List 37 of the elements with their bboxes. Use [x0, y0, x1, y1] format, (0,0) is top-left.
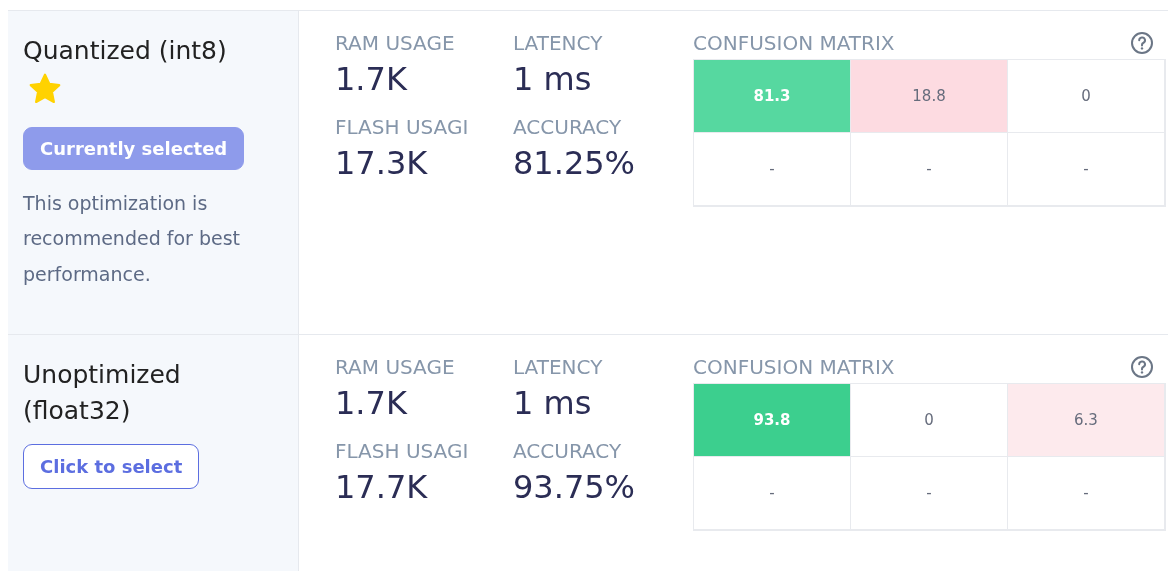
metric-label: LATENCY — [513, 355, 604, 379]
metric-value: 81.25% — [513, 143, 636, 184]
help-icon[interactable] — [1130, 355, 1154, 379]
matrix-cell: 93.8 — [694, 384, 851, 457]
metric-value: 1.7K — [335, 59, 409, 100]
metric-value: 17.3K — [335, 143, 429, 184]
metric-label: RAM USAGE — [335, 31, 456, 55]
metric-label: FLASH USAGI — [335, 439, 470, 463]
metric-value: 93.75% — [513, 467, 636, 508]
model-title: Unoptimized (float32) — [23, 359, 182, 428]
matrix-cell: 81.3 — [694, 60, 851, 133]
metric-value: 1.7K — [335, 383, 409, 424]
matrix-cell: 6.3 — [1008, 384, 1165, 457]
metric-value: 1 ms — [513, 59, 593, 100]
matrix-cell: 18.8 — [851, 60, 1008, 133]
matrix-title: CONFUSION MATRIX — [693, 31, 895, 55]
description-text: This optimization is recommended for best performance. — [23, 191, 241, 287]
matrix-cell: - — [694, 133, 851, 206]
select-button[interactable]: Click to select — [23, 443, 200, 489]
selected-button[interactable]: Currently selected — [23, 127, 245, 171]
matrix-cell: - — [694, 457, 851, 530]
matrix-title: CONFUSION MATRIX — [693, 355, 895, 379]
matrix-cell: - — [851, 133, 1008, 206]
metric-label: LATENCY — [513, 31, 604, 55]
matrix-cell: - — [1008, 133, 1165, 206]
help-icon[interactable] — [1130, 31, 1154, 55]
metric-label: ACCURACY — [513, 439, 623, 463]
model-title: Quantized (int8) — [23, 35, 228, 67]
matrix-cell: 0 — [1008, 60, 1165, 133]
matrix-cell: - — [1008, 457, 1165, 530]
metric-label: ACCURACY — [513, 115, 623, 139]
metric-label: FLASH USAGI — [335, 115, 470, 139]
metric-value: 17.7K — [335, 467, 429, 508]
metric-label: RAM USAGE — [335, 355, 456, 379]
matrix-cell: - — [851, 457, 1008, 530]
matrix-cell: 0 — [851, 384, 1008, 457]
metric-value: 1 ms — [513, 383, 593, 424]
